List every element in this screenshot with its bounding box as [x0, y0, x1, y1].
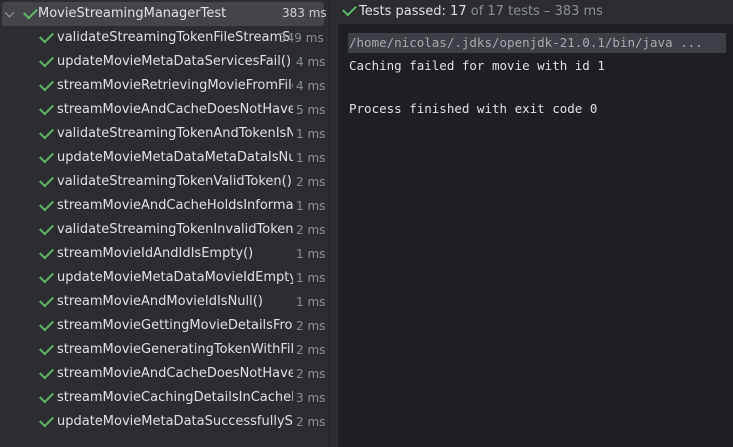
test-status-bar: Tests passed: 17 of 17 tests – 383 ms [338, 0, 733, 24]
console-output-line: Caching failed for movie with id 1 [349, 58, 605, 73]
test-time: 1 ms [296, 199, 326, 213]
test-row[interactable]: validateStreamingTokenAndTokenIsNu 1 ms [0, 122, 329, 146]
test-name: streamMovieIdAndIdIsEmpty() [57, 246, 254, 261]
test-row[interactable]: streamMovieAndCacheDoesNotHaveI 5 ms [0, 98, 329, 122]
test-row[interactable]: streamMovieAndMovieIdIsNull() 1 ms [0, 290, 329, 314]
check-icon [39, 148, 54, 164]
test-row[interactable]: streamMovieGettingMovieDetailsFrom 2 ms [0, 314, 329, 338]
check-icon [39, 268, 54, 284]
test-results-tree: MovieStreamingManagerTest 383 ms validat… [0, 0, 329, 447]
check-icon [39, 52, 54, 68]
test-row[interactable]: streamMovieGeneratingTokenWithFile 2 ms [0, 338, 329, 362]
console-output-line: Process finished with exit code 0 [349, 101, 598, 116]
test-row[interactable]: updateMovieMetaDataMetaDataIsNull 1 ms [0, 146, 329, 170]
test-row[interactable]: validateStreamingTokenFileStreamS 349 ms [0, 26, 329, 50]
test-row[interactable]: validateStreamingTokenInvalidToken() 2 ms [0, 218, 329, 242]
test-name: streamMovieCachingDetailsInCacheFa [57, 390, 293, 405]
test-name: streamMovieGeneratingTokenWithFile [57, 342, 293, 357]
check-icon [342, 1, 357, 17]
test-time: 1 ms [296, 127, 326, 141]
test-row[interactable]: streamMovieAndCacheHoldsInformati 1 ms [0, 194, 329, 218]
test-time: 2 ms [296, 367, 326, 381]
test-time: 1 ms [296, 247, 326, 261]
console-command-line[interactable]: /home/nicolas/.jdks/openjdk-21.0.1/bin/j… [348, 33, 726, 53]
test-row[interactable]: streamMovieAndCacheDoesNotHaveI 2 ms [0, 362, 329, 386]
check-icon [39, 28, 54, 44]
check-icon [39, 364, 54, 380]
test-name: streamMovieGettingMovieDetailsFrom [57, 318, 293, 333]
test-row[interactable]: updateMovieMetaDataMovieIdEmptyC 1 ms [0, 266, 329, 290]
test-time: 1 ms [296, 271, 326, 285]
test-name: validateStreamingTokenAndTokenIsNu [57, 126, 293, 141]
test-time: 2 ms [296, 319, 326, 333]
test-name: validateStreamingTokenValidToken() [57, 174, 292, 189]
test-time: 2 ms [296, 343, 326, 357]
check-icon [39, 244, 54, 260]
check-icon [23, 4, 38, 20]
check-icon [39, 172, 54, 188]
check-icon [39, 388, 54, 404]
check-icon [39, 412, 54, 428]
test-time: 5 ms [296, 103, 326, 117]
test-name: validateStreamingTokenInvalidToken() [57, 222, 293, 237]
check-icon [39, 196, 54, 212]
test-row[interactable]: updateMovieMetaDataSuccessfullySe 2 ms [0, 410, 329, 434]
check-icon [39, 292, 54, 308]
test-suite-row[interactable]: MovieStreamingManagerTest 383 ms [2, 2, 327, 26]
check-icon [39, 316, 54, 332]
status-text: Tests passed: 17 of 17 tests – 383 ms [359, 4, 603, 19]
test-suite-time: 383 ms [282, 6, 327, 20]
test-time: 2 ms [296, 175, 326, 189]
test-row[interactable]: streamMovieCachingDetailsInCacheFa 3 ms [0, 386, 329, 410]
test-name: updateMovieMetaDataMetaDataIsNull [57, 150, 293, 165]
test-name: streamMovieAndCacheHoldsInformati [57, 198, 293, 213]
check-icon [39, 220, 54, 236]
test-row[interactable]: updateMovieMetaDataServicesFail() 4 ms [0, 50, 329, 74]
check-icon [39, 76, 54, 92]
test-row[interactable]: streamMovieIdAndIdIsEmpty() 1 ms [0, 242, 329, 266]
status-summary: of 17 tests – 383 ms [470, 4, 603, 19]
test-row[interactable]: validateStreamingTokenValidToken() 2 ms [0, 170, 329, 194]
test-name: streamMovieRetrievingMovieFromFile [57, 78, 293, 93]
test-time: 2 ms [296, 415, 326, 429]
test-suite-name: MovieStreamingManagerTest [38, 6, 227, 21]
check-icon [39, 340, 54, 356]
test-time: 4 ms [296, 79, 326, 93]
passed-count: 17 [450, 4, 467, 19]
test-name: streamMovieAndCacheDoesNotHaveI [57, 366, 293, 381]
test-name: updateMovieMetaDataMovieIdEmptyC [57, 270, 293, 285]
test-time: 1 ms [296, 295, 326, 309]
test-time: 4 ms [296, 55, 326, 69]
check-icon [39, 100, 54, 116]
test-name: validateStreamingTokenFileStreamS [57, 30, 291, 45]
test-name: streamMovieAndCacheDoesNotHaveI [57, 102, 293, 117]
chevron-down-icon[interactable] [4, 7, 15, 18]
check-icon [39, 124, 54, 140]
test-time: 1 ms [296, 151, 326, 165]
test-row[interactable]: streamMovieRetrievingMovieFromFile 4 ms [0, 74, 329, 98]
test-time: 349 ms [279, 31, 324, 45]
test-time: 2 ms [296, 223, 326, 237]
panel-divider[interactable] [329, 0, 330, 447]
test-name: updateMovieMetaDataSuccessfullySe [57, 414, 293, 429]
test-name: updateMovieMetaDataServicesFail() [57, 54, 292, 69]
test-name: streamMovieAndMovieIdIsNull() [57, 294, 263, 309]
test-time: 3 ms [296, 391, 326, 405]
